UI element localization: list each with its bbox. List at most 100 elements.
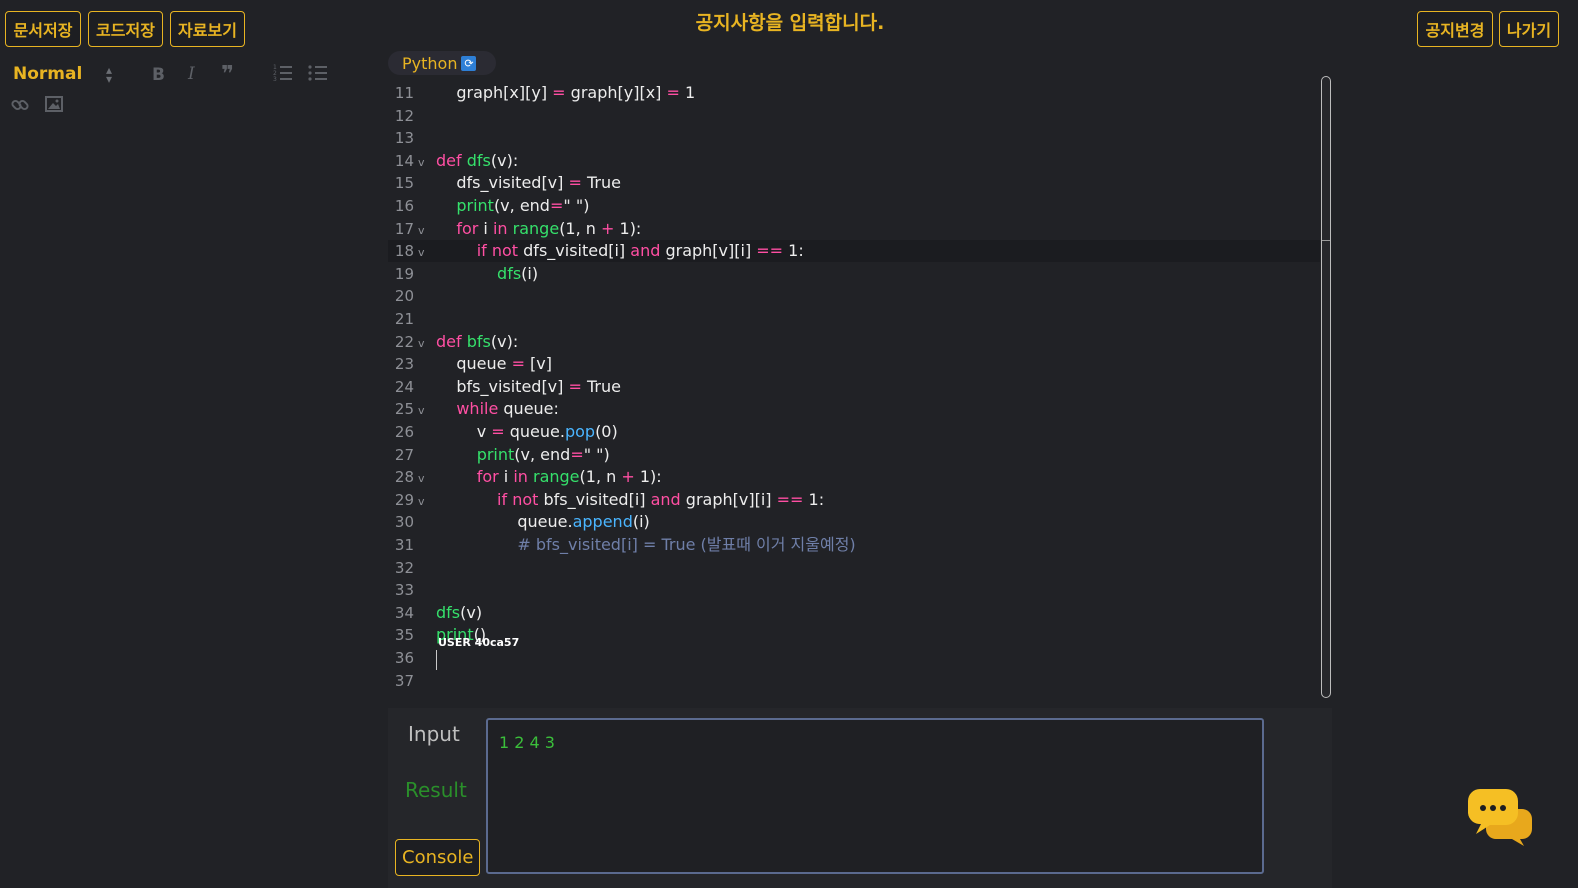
- format-select[interactable]: Normal: [13, 64, 82, 84]
- code-line[interactable]: 29 v if not bfs_visited[i] and graph[v][i…: [388, 489, 1320, 511]
- save-code-button[interactable]: 코드저장: [88, 11, 163, 47]
- change-notice-button[interactable]: 공지변경: [1417, 11, 1493, 47]
- code-line[interactable]: 15 dfs_visited[v] = True: [388, 172, 1320, 194]
- line-number: 13: [394, 129, 414, 148]
- code-line[interactable]: 19 dfs(i): [388, 263, 1320, 285]
- output-text: 1 2 4 3: [499, 733, 555, 752]
- code-line[interactable]: 34 dfs(v): [388, 602, 1320, 624]
- code-text: def bfs(v):: [436, 331, 519, 351]
- code-text: queue = [v]: [436, 354, 553, 374]
- line-number: 31: [394, 536, 414, 554]
- code-text: graph[x][y] = graph[y][x] = 1: [436, 83, 696, 102]
- fold-chevron-icon[interactable]: v: [418, 400, 425, 422]
- code-line[interactable]: 22 v def bfs(v):: [388, 331, 1320, 353]
- line-number: 29: [394, 490, 414, 509]
- code-line[interactable]: 17 v for i in range(1, n + 1):: [388, 218, 1320, 240]
- bold-icon[interactable]: B: [152, 65, 165, 85]
- code-line[interactable]: 28 v for i in range(1, n + 1):: [388, 466, 1320, 488]
- input-tab[interactable]: Input: [408, 722, 460, 746]
- code-text: def dfs(v):: [436, 150, 519, 170]
- refresh-icon[interactable]: ⟳: [461, 55, 477, 71]
- code-line[interactable]: 23 queue = [v]: [388, 353, 1320, 375]
- code-line[interactable]: 14 v def dfs(v):: [388, 150, 1320, 172]
- fold-chevron-icon[interactable]: v: [418, 242, 425, 264]
- line-number: 18: [394, 242, 414, 261]
- save-document-button[interactable]: 문서저장: [5, 11, 81, 47]
- editor-scrollbar-thumb[interactable]: [1321, 76, 1331, 698]
- line-number: 36: [394, 649, 414, 667]
- code-line[interactable]: 36: [388, 647, 1320, 669]
- code-line[interactable]: 24 bfs_visited[v] = True: [388, 376, 1320, 398]
- line-number: 19: [394, 264, 414, 283]
- line-number: 11: [394, 84, 414, 102]
- code-text: dfs(i): [497, 263, 539, 283]
- code-line[interactable]: 27 print(v, end=" "): [388, 444, 1320, 466]
- line-number: 21: [394, 310, 414, 328]
- code-text: if not dfs_visited[i] and graph[v][i] ==…: [476, 241, 804, 261]
- svg-text:3: 3: [273, 76, 277, 82]
- code-text: v = queue.pop(0): [436, 422, 618, 441]
- line-number: 30: [394, 513, 414, 532]
- output-area[interactable]: [486, 718, 1264, 874]
- quote-icon[interactable]: ❞: [221, 62, 234, 87]
- code-text: for i in range(1, n + 1):: [476, 467, 662, 487]
- code-line[interactable]: 32: [388, 557, 1320, 579]
- line-number: 16: [394, 197, 414, 215]
- line-number: 15: [394, 174, 414, 193]
- code-text: queue.append(i): [436, 512, 650, 532]
- line-number: 17: [394, 219, 414, 238]
- exit-button[interactable]: 나가기: [1499, 11, 1559, 47]
- code-text: bfs_visited[v] = True: [436, 376, 621, 396]
- line-number: 20: [394, 287, 414, 306]
- notice-text: 공지사항을 입력합니다.: [695, 12, 885, 34]
- code-line[interactable]: 21: [388, 308, 1320, 330]
- code-line[interactable]: 20: [388, 285, 1320, 307]
- code-editor[interactable]: 11 graph[x][y] = graph[y][x] = 1 12 13 14 v d…: [388, 64, 1320, 698]
- code-text: for i in range(1, n + 1):: [456, 218, 642, 238]
- language-selector[interactable]: Python ⟳: [388, 51, 496, 75]
- code-line[interactable]: 11 graph[x][y] = graph[y][x] = 1: [388, 82, 1320, 104]
- console-button[interactable]: Console: [395, 839, 481, 876]
- line-number: 34: [394, 603, 414, 622]
- fold-chevron-icon[interactable]: v: [418, 491, 425, 513]
- bullet-list-icon[interactable]: [308, 64, 328, 87]
- code-line[interactable]: 26 v = queue.pop(0): [388, 421, 1320, 443]
- code-text: while queue:: [456, 399, 559, 419]
- code-line[interactable]: 30 queue.append(i): [388, 511, 1320, 533]
- code-line[interactable]: 33: [388, 579, 1320, 601]
- fold-chevron-icon[interactable]: v: [418, 220, 425, 242]
- fold-chevron-icon[interactable]: v: [418, 468, 425, 490]
- ordered-list-icon[interactable]: 123: [273, 64, 293, 87]
- line-number: 25: [394, 400, 414, 419]
- line-number: 32: [394, 558, 414, 577]
- code-line[interactable]: 18 v if not dfs_visited[i] and graph[v][i…: [388, 240, 1320, 264]
- scrollbar-marker: [1322, 240, 1330, 241]
- result-tab[interactable]: Result: [405, 778, 467, 802]
- line-number: 37: [394, 671, 414, 690]
- line-number: 12: [394, 106, 414, 125]
- code-line[interactable]: 35 print(): [388, 624, 1320, 646]
- italic-icon[interactable]: I: [188, 64, 195, 84]
- language-label: Python: [402, 53, 458, 73]
- code-line[interactable]: 25 v while queue:: [388, 398, 1320, 420]
- fold-chevron-icon[interactable]: v: [418, 333, 425, 355]
- code-text: if not bfs_visited[i] and graph[v][i] ==…: [497, 489, 825, 509]
- code-line[interactable]: 16 print(v, end=" "): [388, 195, 1320, 217]
- code-line[interactable]: 37: [388, 670, 1320, 692]
- line-number: 33: [394, 581, 414, 600]
- image-icon[interactable]: [45, 96, 63, 117]
- code-line[interactable]: 31 # bfs_visited[i] = True (발표때 이거 지울예정): [388, 534, 1320, 556]
- view-data-button[interactable]: 자료보기: [170, 11, 245, 47]
- code-text: print(v, end=" "): [476, 444, 610, 464]
- code-line[interactable]: 12: [388, 105, 1320, 127]
- fold-chevron-icon[interactable]: v: [418, 152, 425, 174]
- chat-icon[interactable]: [1466, 787, 1534, 847]
- code-line[interactable]: 13: [388, 127, 1320, 149]
- link-icon[interactable]: [11, 96, 29, 119]
- line-number: 27: [394, 445, 414, 464]
- chevron-updown-icon: ▴ ▾: [106, 63, 113, 86]
- line-number: 28: [394, 468, 414, 487]
- text-caret: [436, 650, 437, 670]
- code-text: # bfs_visited[i] = True (발표때 이거 지울예정): [517, 535, 856, 554]
- line-number: 14: [394, 151, 414, 170]
